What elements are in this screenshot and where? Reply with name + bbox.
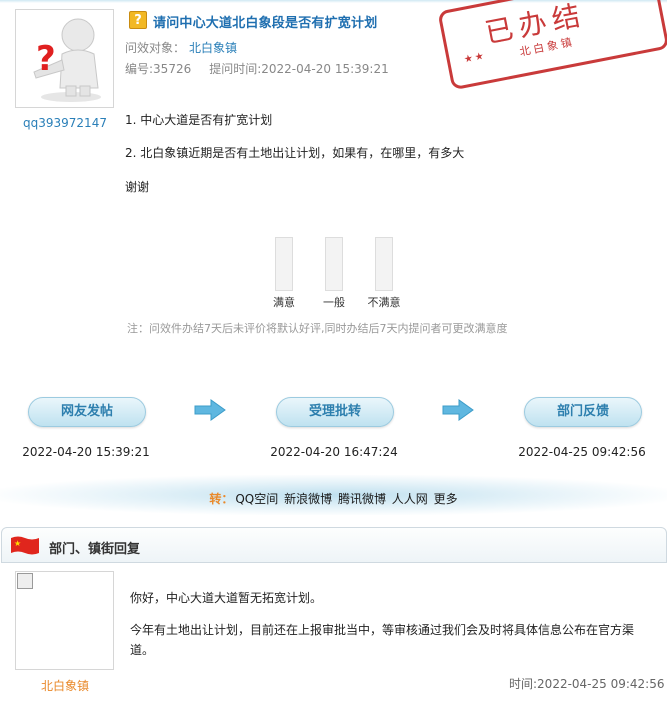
rating-bar: [325, 237, 343, 291]
arrow-right-icon: [194, 399, 226, 421]
stamp-stars-icon: ★★: [463, 50, 487, 66]
flow-date-post: 2022-04-20 15:39:21: [22, 445, 150, 459]
question-title: 请问中心大道北白象段是否有扩宽计划: [153, 16, 378, 31]
question-person-icon: ?: [33, 18, 101, 102]
reply-time: 时间:2022-04-25 09:42:56: [509, 677, 665, 691]
rating-neutral[interactable]: 一般: [314, 237, 354, 310]
rating-bar: [275, 237, 293, 291]
question-line-2: 2. 北白象镇近期是否有土地出让计划，如果有，在哪里，有多大: [125, 146, 465, 160]
flow-date-feedback: 2022-04-25 09:42:56: [518, 445, 646, 459]
share-sina-weibo[interactable]: 新浪微博: [284, 492, 332, 506]
rating-note: 注：问效件办结7天后未评价将默认好评,同时办结后7天内提问者可更改满意度: [127, 322, 508, 335]
target-label: 问效对象：: [125, 41, 186, 55]
asker-avatar: ?: [15, 9, 114, 108]
share-renren[interactable]: 人人网: [392, 492, 428, 506]
question-meta-row: 编号:35726 提问时间:2022-04-20 15:39:21: [125, 60, 389, 77]
broken-image-icon: [17, 573, 33, 589]
reply-author[interactable]: 北白象镇: [10, 677, 120, 694]
rating-unsatisfied[interactable]: 不满意: [364, 237, 404, 310]
reply-section-title: 部门、镇街回复: [49, 542, 141, 557]
flow-step-feedback[interactable]: 部门反馈: [524, 397, 642, 427]
rating-label: 不满意: [367, 296, 401, 309]
flow-step-accept[interactable]: 受理批转: [276, 397, 394, 427]
rating-bar: [375, 237, 393, 291]
reply-paragraph-2: 今年有土地出让计划，目前还在上报审批当中，等审核通过我们会及时将具体信息公布在官…: [130, 623, 635, 657]
rating-label: 一般: [323, 296, 345, 309]
flow-date-accept: 2022-04-20 16:47:24: [270, 445, 398, 459]
reply-paragraph-1: 你好，中心大道大道暂无拓宽计划。: [130, 591, 323, 605]
question-line-3: 谢谢: [125, 180, 150, 194]
arrow-right-icon: [442, 399, 474, 421]
flow-step-post[interactable]: 网友发帖: [28, 397, 146, 427]
question-time: 提问时间:2022-04-20 15:39:21: [209, 62, 389, 76]
asker-name[interactable]: qq393972147: [10, 116, 120, 130]
rating-satisfied[interactable]: 满意: [264, 237, 304, 310]
svg-text:?: ?: [36, 39, 56, 79]
completed-stamp: 已办结 ★★ ★★ 北白象镇: [437, 0, 667, 91]
question-icon: ?: [129, 11, 147, 29]
share-bar: 转： QQ空间 新浪微博 腾讯微博 人人网 更多: [0, 490, 667, 507]
share-more[interactable]: 更多: [434, 492, 458, 506]
china-flag-icon: ★: [11, 536, 39, 555]
target-link[interactable]: 北白象镇: [189, 41, 237, 55]
rating-label: 满意: [273, 296, 295, 309]
question-target-row: 问效对象： 北白象镇: [125, 39, 237, 56]
share-tencent-weibo[interactable]: 腾讯微博: [338, 492, 386, 506]
question-line-1: 1. 中心大道是否有扩宽计划: [125, 113, 273, 127]
share-prefix: 转：: [209, 492, 234, 506]
svg-text:★: ★: [14, 539, 21, 548]
question-number: 编号:35726: [125, 62, 192, 76]
share-qzone[interactable]: QQ空间: [235, 492, 278, 506]
stamp-stars-icon: ★★: [625, 0, 645, 3]
